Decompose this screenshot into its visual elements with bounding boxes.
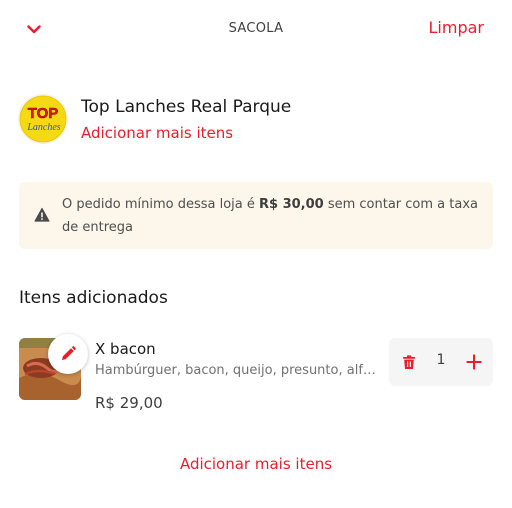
warning-icon bbox=[34, 207, 50, 222]
item-description: Hambúrguer, bacon, queijo, presunto, alf… bbox=[95, 363, 377, 378]
svg-text:TOP: TOP bbox=[28, 105, 59, 122]
add-more-items-button[interactable]: Adicionar mais itens bbox=[0, 455, 512, 473]
minimum-order-notice: O pedido mínimo dessa loja é R$ 30,00 se… bbox=[19, 182, 493, 249]
item-name: X bacon bbox=[95, 340, 156, 358]
add-more-items-link[interactable]: Adicionar mais itens bbox=[81, 124, 233, 142]
pencil-icon bbox=[62, 346, 76, 360]
store-info: TOP Lanches Top Lanches Real Parque Adic… bbox=[19, 95, 489, 145]
trash-icon bbox=[403, 354, 415, 369]
edit-item-button[interactable] bbox=[48, 334, 88, 374]
svg-text:Lanches: Lanches bbox=[26, 122, 60, 133]
notice-text-before: O pedido mínimo dessa loja é bbox=[62, 197, 259, 212]
store-logo: TOP Lanches bbox=[19, 95, 67, 143]
quantity-stepper: 1 bbox=[389, 338, 493, 386]
plus-icon bbox=[466, 354, 482, 370]
header-bar: SACOLA Limpar bbox=[0, 0, 512, 60]
section-title: Itens adicionados bbox=[19, 288, 168, 308]
item-quantity: 1 bbox=[436, 352, 446, 368]
cart-item: X bacon Hambúrguer, bacon, queijo, presu… bbox=[19, 334, 493, 418]
item-price: R$ 29,00 bbox=[95, 394, 163, 412]
notice-text: O pedido mínimo dessa loja é R$ 30,00 se… bbox=[62, 193, 482, 239]
remove-item-button[interactable] bbox=[399, 352, 419, 372]
increase-quantity-button[interactable] bbox=[463, 351, 485, 373]
clear-bag-button[interactable]: Limpar bbox=[429, 18, 484, 37]
minimum-amount: R$ 30,00 bbox=[259, 197, 324, 212]
store-name: Top Lanches Real Parque bbox=[81, 97, 292, 117]
